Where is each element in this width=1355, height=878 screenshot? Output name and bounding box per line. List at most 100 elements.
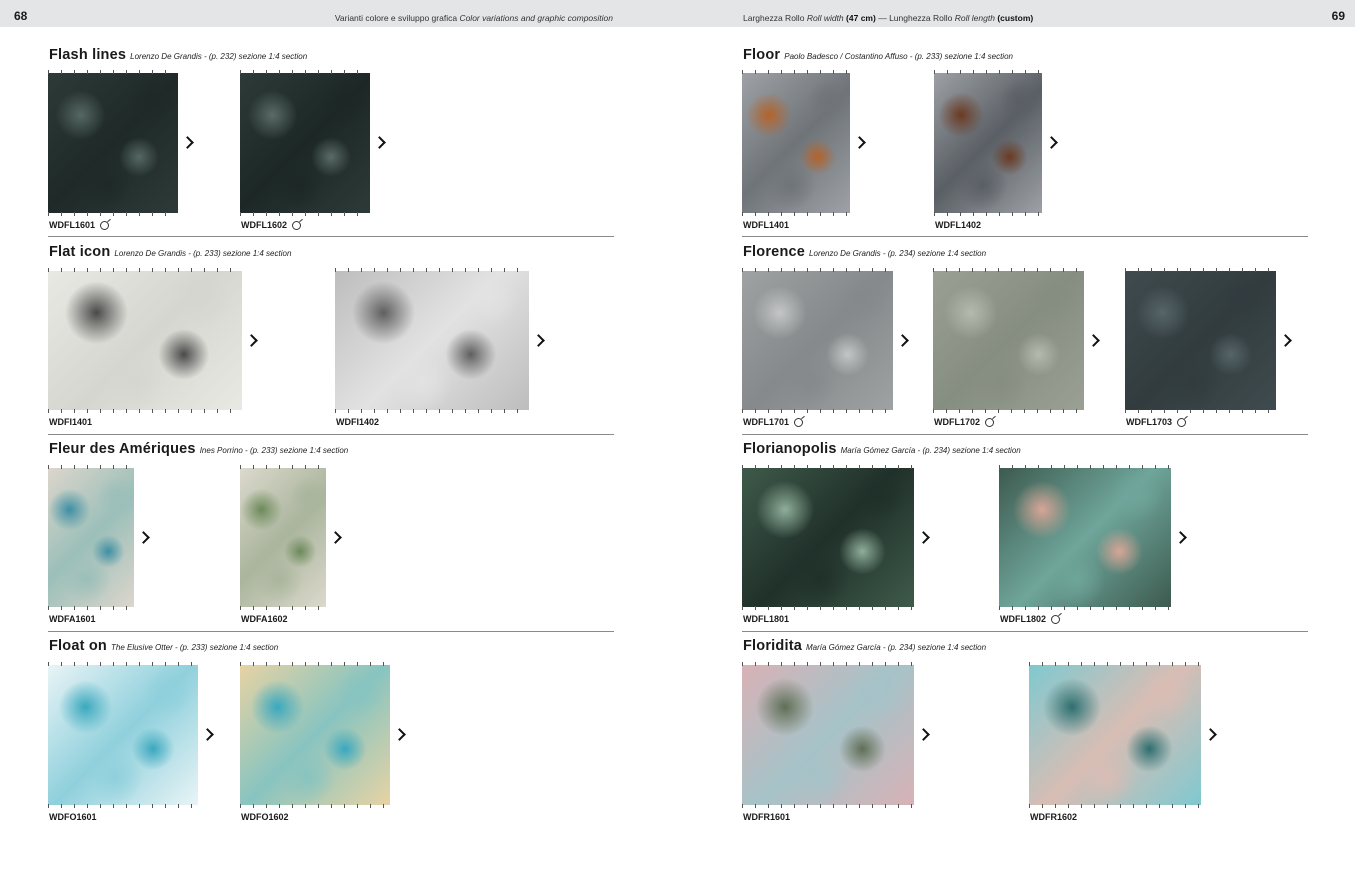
- product-item[interactable]: WDFL1602: [240, 70, 386, 230]
- product-item[interactable]: WDFL1802: [999, 465, 1187, 624]
- section-meta: Ines Porrino - (p. 233) sezione 1:4 sect…: [199, 446, 349, 455]
- wallpaper-swatch[interactable]: [742, 73, 850, 213]
- product-item[interactable]: WDFL1401: [742, 70, 866, 230]
- section-floridita: Floridita María Gómez García - (p. 234) s…: [742, 637, 1308, 829]
- chevron-right-icon[interactable]: [181, 136, 194, 149]
- section-name: Floor: [743, 47, 781, 63]
- product-code: WDFA1602: [241, 614, 288, 624]
- product-item[interactable]: WDFO1602: [240, 662, 406, 822]
- wallpaper-swatch[interactable]: [933, 271, 1084, 410]
- product-item[interactable]: WDFL1703: [1125, 268, 1292, 427]
- product-code-text: WDFA1601: [49, 614, 96, 624]
- product-item[interactable]: WDFL1601: [48, 70, 194, 230]
- chevron-right-icon[interactable]: [917, 728, 930, 741]
- chevron-right-icon[interactable]: [1174, 530, 1187, 544]
- wallpaper-swatch[interactable]: [240, 665, 390, 805]
- section-meta: The Elusive Otter - (p. 233) sezione 1:4…: [110, 643, 279, 652]
- wallpaper-swatch[interactable]: [742, 468, 914, 607]
- section-meta: Lorenzo De Grandis - (p. 232) sezione 1:…: [130, 52, 308, 61]
- roll-tick-marks: [335, 268, 529, 272]
- product-code: WDFL1801: [743, 614, 789, 624]
- chevron-right-icon[interactable]: [393, 728, 406, 741]
- curl-icon: [100, 221, 110, 230]
- chevron-right-icon[interactable]: [201, 728, 214, 741]
- product-item[interactable]: WDFI1402: [335, 268, 545, 427]
- roll-tick-marks: [742, 804, 914, 808]
- roll-tick-marks: [335, 409, 529, 413]
- section-divider: [48, 631, 614, 632]
- roll-tick-marks: [934, 212, 1042, 216]
- product-code: WDFI1401: [49, 417, 92, 427]
- chevron-right-icon[interactable]: [137, 530, 150, 544]
- section-divider: [742, 631, 1308, 632]
- roll-tick-marks: [1029, 662, 1201, 666]
- chevron-right-icon[interactable]: [896, 333, 909, 347]
- product-code-text: WDFL1801: [743, 614, 790, 624]
- roll-tick-marks: [240, 662, 390, 666]
- wallpaper-swatch[interactable]: [1125, 271, 1276, 410]
- wallpaper-swatch[interactable]: [240, 73, 370, 213]
- section-name: Fleur des Amériques: [49, 441, 196, 457]
- section-title: Flat icon Lorenzo De Grandis - (p. 233) s…: [49, 243, 291, 261]
- wallpaper-swatch[interactable]: [335, 271, 529, 410]
- product-item[interactable]: WDFO1601: [48, 662, 214, 822]
- product-item[interactable]: WDFL1702: [933, 268, 1100, 427]
- chevron-right-icon[interactable]: [1279, 333, 1292, 347]
- product-item[interactable]: WDFA1602: [240, 465, 342, 624]
- product-code-text: WDFO1601: [49, 812, 97, 822]
- product-item[interactable]: WDFA1601: [48, 465, 150, 624]
- product-item[interactable]: WDFR1601: [742, 662, 930, 822]
- roll-tick-marks: [999, 606, 1171, 610]
- wallpaper-swatch[interactable]: [48, 665, 198, 805]
- chevron-right-icon[interactable]: [917, 530, 930, 544]
- product-item[interactable]: WDFI1401: [48, 268, 258, 427]
- chevron-right-icon[interactable]: [532, 333, 545, 347]
- section-title: Florence Lorenzo De Grandis - (p. 234) se…: [743, 243, 986, 261]
- section-name: Float on: [49, 638, 107, 654]
- roll-tick-marks: [48, 409, 242, 413]
- chevron-right-icon[interactable]: [1204, 728, 1217, 741]
- curl-icon: [794, 418, 804, 427]
- product-code: WDFL1802: [1000, 614, 1061, 624]
- left-title-it: Varianti colore e sviluppo grafica: [334, 13, 458, 23]
- product-code: WDFO1602: [241, 812, 289, 822]
- chevron-right-icon[interactable]: [853, 136, 866, 149]
- wallpaper-swatch[interactable]: [48, 271, 242, 410]
- wallpaper-swatch[interactable]: [999, 468, 1171, 607]
- chevron-right-icon[interactable]: [373, 136, 386, 149]
- wallpaper-swatch[interactable]: [742, 271, 893, 410]
- product-code-text: WDFL1701: [743, 417, 790, 427]
- wallpaper-swatch[interactable]: [742, 665, 914, 805]
- roll-tick-marks: [240, 465, 326, 469]
- product-code-text: WDFA1602: [241, 614, 288, 624]
- chevron-right-icon[interactable]: [329, 530, 342, 544]
- product-item[interactable]: WDFL1801: [742, 465, 930, 624]
- roll-tick-marks: [1125, 409, 1276, 413]
- section-meta: Lorenzo De Grandis - (p. 233) sezione 1:…: [114, 249, 292, 258]
- wallpaper-swatch[interactable]: [240, 468, 326, 607]
- product-code-text: WDFO1602: [241, 812, 289, 822]
- wallpaper-swatch[interactable]: [934, 73, 1042, 213]
- chevron-right-icon[interactable]: [245, 333, 258, 347]
- section-floor: Floor Paolo Badesco / Costantino Affuso -…: [742, 46, 1308, 238]
- section-flat-icon: Flat icon Lorenzo De Grandis - (p. 233) s…: [48, 243, 614, 435]
- chevron-right-icon[interactable]: [1045, 136, 1058, 149]
- section-meta: María Gómez García - (p. 234) sezione 1:…: [840, 446, 1021, 455]
- product-item[interactable]: WDFR1602: [1029, 662, 1217, 822]
- product-code: WDFI1402: [336, 417, 379, 427]
- left-header-title: Varianti colore e sviluppo grafica Color…: [335, 13, 613, 23]
- product-code: WDFL1702: [934, 417, 995, 427]
- product-code-text: WDFL1402: [935, 220, 982, 230]
- product-code-text: WDFL1802: [1000, 614, 1047, 624]
- section-title: Float on The Elusive Otter - (p. 233) sez…: [49, 637, 278, 655]
- wallpaper-swatch[interactable]: [48, 73, 178, 213]
- product-item[interactable]: WDFL1701: [742, 268, 909, 427]
- chevron-right-icon[interactable]: [1087, 333, 1100, 347]
- wallpaper-swatch[interactable]: [1029, 665, 1201, 805]
- roll-tick-marks: [742, 606, 914, 610]
- product-item[interactable]: WDFL1402: [934, 70, 1058, 230]
- right-page-number: 69: [1331, 9, 1345, 23]
- wallpaper-swatch[interactable]: [48, 468, 134, 607]
- roll-tick-marks: [240, 804, 390, 808]
- product-code-text: WDFI1402: [336, 417, 380, 427]
